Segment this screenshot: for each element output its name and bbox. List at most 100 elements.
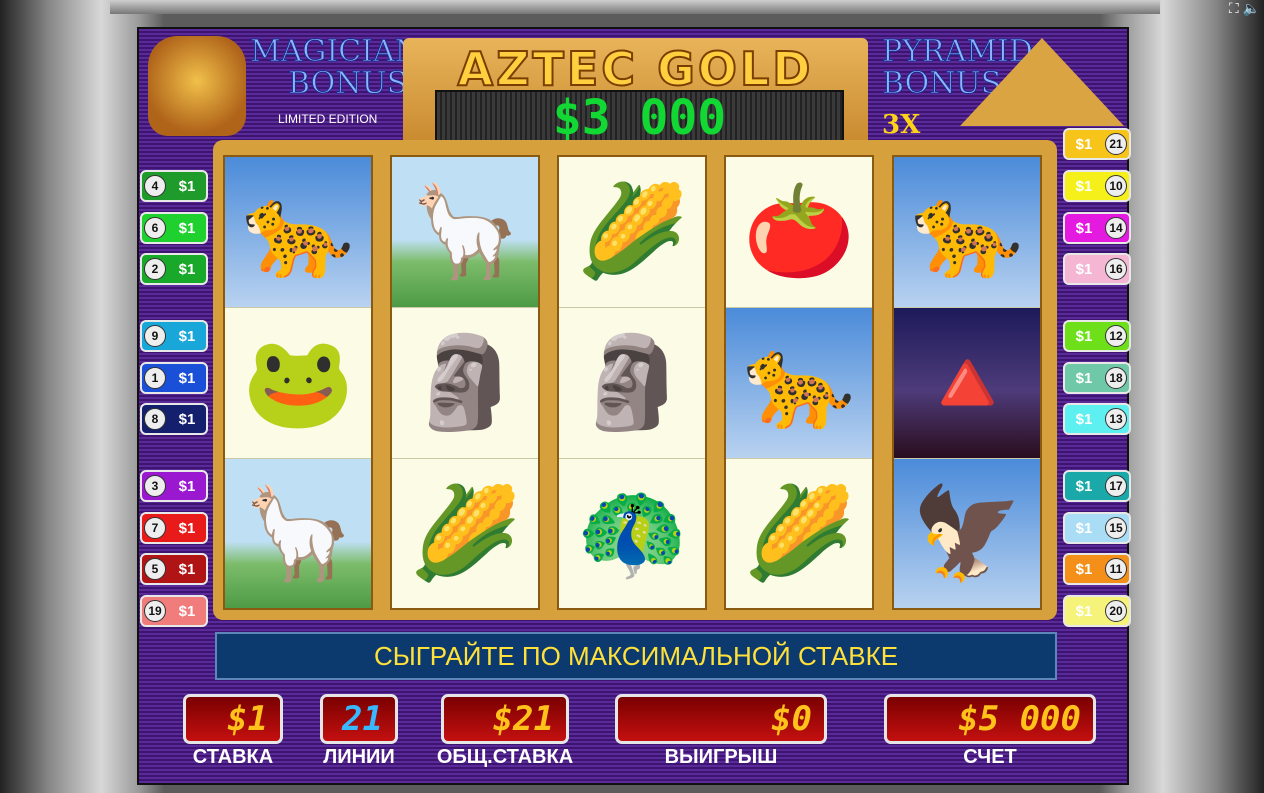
- line-number: 19: [144, 600, 166, 622]
- line-button-5[interactable]: 5 $1: [140, 553, 208, 585]
- eagle-icon: 🦅: [894, 459, 1040, 608]
- line-button-8[interactable]: 8 $1: [140, 403, 208, 435]
- lines-label: ЛИНИИ: [323, 746, 395, 768]
- bet-display[interactable]: $1: [183, 694, 283, 744]
- line-amount: $1: [1075, 135, 1093, 153]
- line-button-16[interactable]: $1 16: [1063, 253, 1131, 285]
- line-number: 15: [1105, 517, 1127, 539]
- line-amount: $1: [178, 219, 196, 237]
- line-number: 6: [144, 217, 166, 239]
- line-amount: $1: [178, 519, 196, 537]
- limited-edition-label: LIMITED EDITION: [278, 112, 378, 126]
- bonus-multiplier: 3X: [882, 110, 921, 140]
- line-number: 9: [144, 325, 166, 347]
- line-button-10[interactable]: $1 10: [1063, 170, 1131, 202]
- llama-icon: 🦙: [225, 459, 371, 608]
- line-amount: $1: [178, 477, 196, 495]
- line-number: 14: [1105, 217, 1127, 239]
- balance-label: СЧЕТ: [963, 746, 1017, 768]
- line-button-17[interactable]: $1 17: [1063, 470, 1131, 502]
- line-button-12[interactable]: $1 12: [1063, 320, 1131, 352]
- line-amount: $1: [1075, 219, 1093, 237]
- line-number: 1: [144, 367, 166, 389]
- reel-3: 🌽 🗿 🦚: [557, 155, 707, 610]
- line-amount: $1: [178, 560, 196, 578]
- message-bar: СЫГРАЙТЕ ПО МАКСИМАЛЬНОЙ СТАВКЕ: [215, 632, 1057, 680]
- aztec-head-icon: 🗿: [392, 308, 538, 459]
- puma-icon: 🐆: [894, 157, 1040, 308]
- pyramid-icon: [960, 38, 1124, 126]
- lines-display[interactable]: 21: [320, 694, 398, 744]
- corn-icon: 🌽: [726, 459, 872, 608]
- line-button-11[interactable]: $1 11: [1063, 553, 1131, 585]
- corn-icon: 🌽: [559, 157, 705, 308]
- line-amount: $1: [178, 260, 196, 278]
- line-button-20[interactable]: $1 20: [1063, 595, 1131, 627]
- line-number: 20: [1105, 600, 1127, 622]
- line-number: 4: [144, 175, 166, 197]
- line-number: 11: [1105, 558, 1127, 580]
- line-number: 18: [1105, 367, 1127, 389]
- line-button-1[interactable]: 1 $1: [140, 362, 208, 394]
- win-label: ВЫИГРЫШ: [664, 746, 778, 768]
- jackpot-display: $3 000: [435, 90, 844, 146]
- magician-bonus-title: MAGICIAN BONUS: [250, 34, 422, 101]
- line-amount: $1: [1075, 260, 1093, 278]
- tomato-icon: 🍅: [726, 157, 872, 308]
- line-number: 10: [1105, 175, 1127, 197]
- line-amount: $1: [1075, 602, 1093, 620]
- line-number: 8: [144, 408, 166, 430]
- line-number: 5: [144, 558, 166, 580]
- line-number: 12: [1105, 325, 1127, 347]
- pyramid-icon: 🔺: [894, 308, 1040, 459]
- line-button-14[interactable]: $1 14: [1063, 212, 1131, 244]
- bird-icon: 🦚: [559, 459, 705, 608]
- line-button-6[interactable]: 6 $1: [140, 212, 208, 244]
- reel-5: 🐆 🔺 🦅: [892, 155, 1042, 610]
- window-controls[interactable]: ⛶ 🔈: [1229, 0, 1260, 17]
- line-button-13[interactable]: $1 13: [1063, 403, 1131, 435]
- line-amount: $1: [1075, 369, 1093, 387]
- line-amount: $1: [178, 327, 196, 345]
- cabinet-top-bar: [110, 0, 1160, 14]
- line-amount: $1: [1075, 327, 1093, 345]
- line-button-3[interactable]: 3 $1: [140, 470, 208, 502]
- line-amount: $1: [178, 177, 196, 195]
- corn-icon: 🌽: [392, 459, 538, 608]
- line-amount: $1: [1075, 560, 1093, 578]
- llama-icon: 🦙: [392, 157, 538, 308]
- line-button-9[interactable]: 9 $1: [140, 320, 208, 352]
- reel-4: 🍅 🐆 🌽: [724, 155, 874, 610]
- aztec-head-icon: 🗿: [559, 308, 705, 459]
- sound-icon[interactable]: 🔈: [1243, 0, 1260, 16]
- line-button-2[interactable]: 2 $1: [140, 253, 208, 285]
- reel-2: 🦙 🗿 🌽: [390, 155, 540, 610]
- win-display: $0: [615, 694, 827, 744]
- total-bet-label: ОБЩ.СТАВКА: [436, 746, 574, 768]
- line-number: 3: [144, 475, 166, 497]
- line-amount: $1: [1075, 519, 1093, 537]
- line-amount: $1: [178, 602, 196, 620]
- aztec-mask-icon: [148, 36, 246, 136]
- line-button-19[interactable]: 19 $1: [140, 595, 208, 627]
- fullscreen-icon[interactable]: ⛶: [1229, 0, 1239, 16]
- reel-1: 🐆 🐸 🦙: [223, 155, 373, 610]
- line-amount: $1: [178, 369, 196, 387]
- line-number: 17: [1105, 475, 1127, 497]
- line-number: 7: [144, 517, 166, 539]
- line-button-21[interactable]: $1 21: [1063, 128, 1131, 160]
- line-button-4[interactable]: 4 $1: [140, 170, 208, 202]
- line-amount: $1: [178, 410, 196, 428]
- line-button-18[interactable]: $1 18: [1063, 362, 1131, 394]
- bet-label: СТАВКА: [192, 746, 274, 768]
- line-amount: $1: [1075, 177, 1093, 195]
- frog-icon: 🐸: [225, 308, 371, 459]
- game-title: AZTEC GOLD: [457, 41, 814, 97]
- title-panel: AZTEC GOLD $3 000: [403, 38, 868, 146]
- line-number: 2: [144, 258, 166, 280]
- total-bet-display: $21: [441, 694, 569, 744]
- line-amount: $1: [1075, 410, 1093, 428]
- line-button-15[interactable]: $1 15: [1063, 512, 1131, 544]
- line-amount: $1: [1075, 477, 1093, 495]
- line-button-7[interactable]: 7 $1: [140, 512, 208, 544]
